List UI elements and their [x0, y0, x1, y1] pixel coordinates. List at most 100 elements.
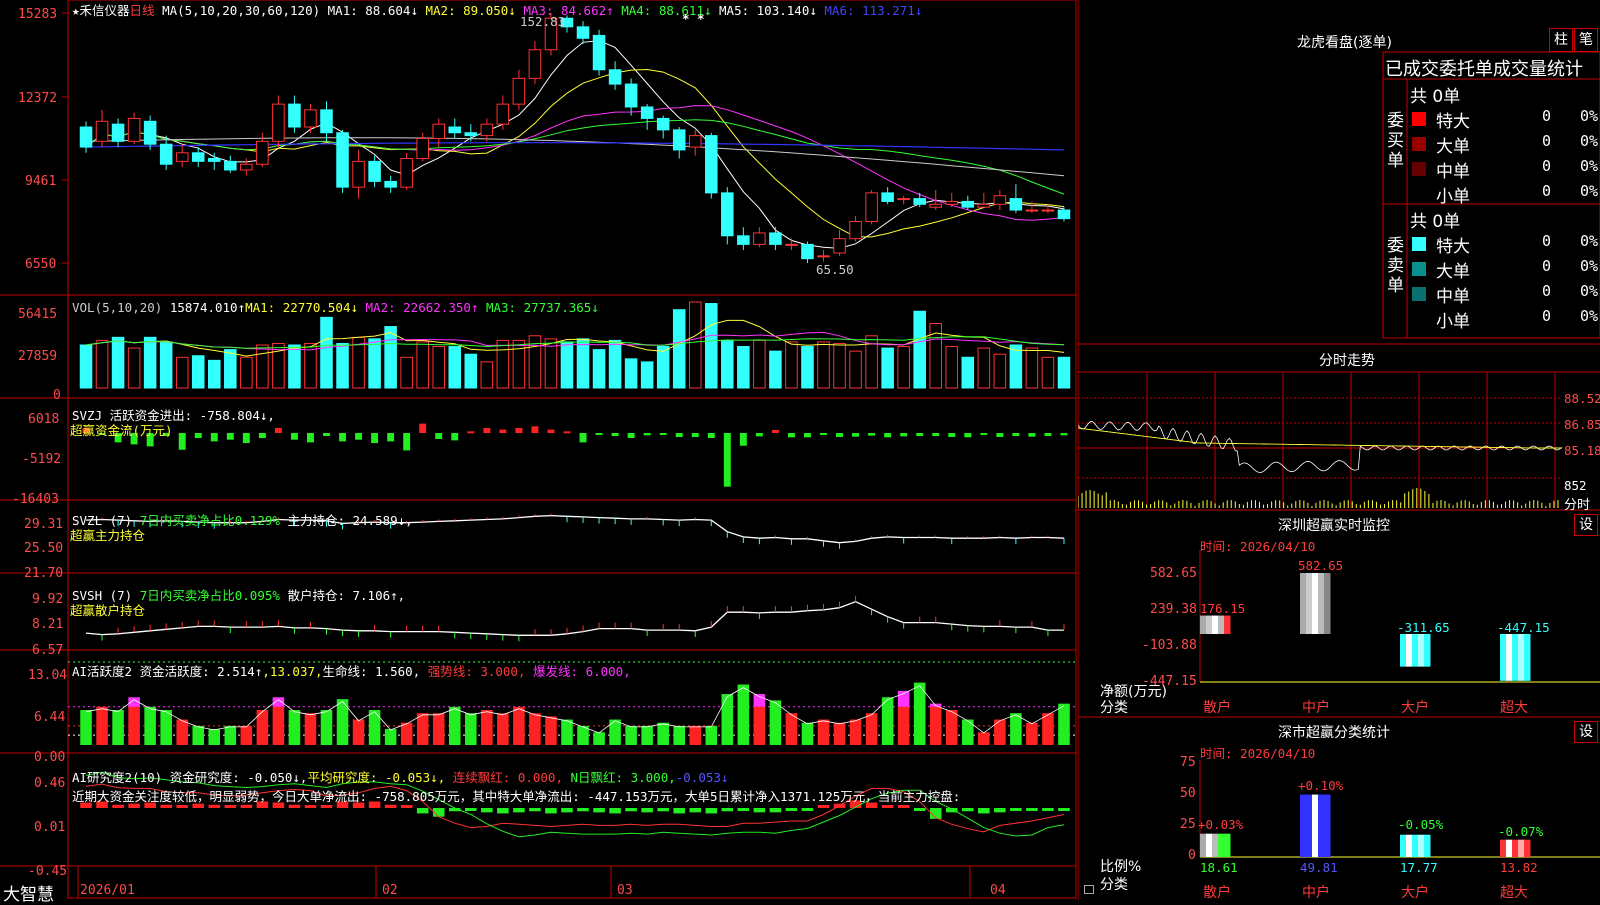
research-bar — [897, 805, 910, 808]
stat-swatch — [1412, 262, 1426, 276]
stat-percent: 0% — [1580, 282, 1599, 300]
monitor-bar — [1418, 634, 1425, 667]
activity-bar — [352, 719, 365, 745]
svzj-bar — [467, 431, 475, 434]
research-bar — [224, 805, 237, 808]
volume-bar — [560, 341, 574, 389]
monitor-xlabel: 分类 — [1100, 700, 1128, 716]
svzj-bar — [884, 433, 892, 438]
ai-res-tick: 0.01 — [34, 820, 66, 835]
volume-bar — [785, 341, 798, 389]
ai-res-tick: -0.45 — [28, 864, 68, 879]
candle-body — [127, 117, 141, 142]
research-bar — [641, 808, 653, 813]
volume-bar — [480, 361, 494, 389]
monitor-bar — [1400, 634, 1407, 667]
candle-body — [656, 117, 670, 131]
candle-body — [608, 69, 622, 85]
candle-body — [721, 192, 734, 237]
svzj-bar — [483, 427, 491, 433]
research-bar — [817, 805, 830, 808]
tick-mode-button[interactable]: 笔 — [1574, 28, 1598, 52]
activity-bar — [96, 706, 108, 745]
research-bar — [593, 808, 605, 813]
svzj-bar — [371, 433, 379, 444]
candle-body — [288, 103, 301, 128]
bar-mode-button[interactable]: 柱 — [1549, 28, 1573, 52]
main-chart-svg[interactable] — [0, 0, 1078, 900]
volume-bar — [175, 356, 189, 389]
svzj-bar — [900, 433, 908, 437]
class-ylabel: 比例% — [1100, 859, 1142, 875]
activity-bar — [80, 709, 92, 745]
monitor-bar — [1318, 573, 1325, 634]
candle-body — [961, 200, 975, 208]
candle-body — [672, 129, 686, 151]
candle-body — [945, 200, 959, 205]
intraday-tick: 85.18 — [1564, 443, 1600, 458]
svzl-sub: 超赢主力持仓 — [70, 528, 146, 543]
volume-bar — [127, 347, 141, 389]
stat-name: 中单 — [1436, 287, 1470, 307]
stat-count: 0 — [1542, 282, 1552, 300]
stat-row: 小单 0 0% — [1410, 307, 1600, 332]
monitor-bar — [1500, 634, 1507, 681]
ai-res-h2: 平均研究度: -0.053↓, — [307, 770, 446, 785]
monitor-tick: -103.88 — [1142, 638, 1197, 653]
monitor-bar — [1324, 573, 1331, 634]
monitor-bar — [1506, 634, 1513, 681]
candle-body — [336, 132, 349, 188]
class-settings-button[interactable]: 设 — [1574, 721, 1598, 743]
stat-swatch — [1412, 187, 1426, 201]
volume-bar — [1009, 344, 1023, 389]
svzj-bar — [274, 427, 282, 433]
ai-res-h5: -0.053↓ — [675, 770, 729, 785]
candle-body — [865, 192, 878, 222]
candle-body — [384, 180, 397, 188]
class-bar — [1418, 834, 1425, 857]
volume-bar — [416, 341, 429, 389]
stat-swatch — [1412, 112, 1426, 126]
volume-bar — [1057, 356, 1071, 389]
volume-bar — [576, 338, 590, 389]
x-tick-apr: 04 — [990, 883, 1006, 898]
activity-bar — [208, 729, 221, 745]
research-bar — [208, 804, 221, 808]
svzj-bar — [419, 423, 427, 433]
svzj-bar — [980, 433, 988, 435]
svzj-bar — [836, 433, 843, 438]
monitor-bar — [1412, 634, 1419, 667]
stat-percent: 0% — [1580, 132, 1599, 150]
candle-body — [240, 163, 253, 171]
stat-percent: 0% — [1580, 182, 1599, 200]
price-tick: 9461 — [25, 174, 57, 189]
class-date: 时间: 2026/04/10 — [1200, 746, 1316, 761]
volume-bar — [977, 347, 991, 389]
research-bar — [561, 808, 573, 813]
volume-bar — [640, 361, 654, 389]
monitor-bar — [1306, 573, 1313, 634]
volume-bar — [256, 344, 269, 389]
research-bar — [753, 808, 766, 813]
candle-body — [496, 103, 510, 125]
candle-body — [208, 158, 221, 162]
svzj-bar — [916, 433, 924, 437]
sell-side-label: 委卖单 — [1387, 236, 1404, 296]
activity-bar — [737, 684, 750, 745]
activity-bar — [978, 732, 990, 745]
ai-act-h4: 强势线: 3.000, — [427, 664, 526, 679]
activity-bar — [897, 706, 910, 745]
volume-bar — [1025, 347, 1039, 389]
monitor-settings-button[interactable]: 设 — [1574, 514, 1598, 536]
research-bar — [1026, 808, 1038, 811]
vol-tick: 0 — [53, 388, 61, 403]
stat-name: 中单 — [1436, 162, 1470, 182]
ai-act-tick: 13.04 — [28, 668, 68, 683]
stat-percent: 0% — [1580, 157, 1599, 175]
volume-bar — [464, 353, 478, 389]
monitor-bar — [1218, 615, 1225, 634]
stat-row: 大单 0 0% — [1410, 257, 1600, 282]
svzj-bar — [579, 433, 587, 443]
monitor-tick: 582.65 — [1150, 566, 1197, 581]
ai-act-tick: 6.44 — [34, 710, 66, 725]
